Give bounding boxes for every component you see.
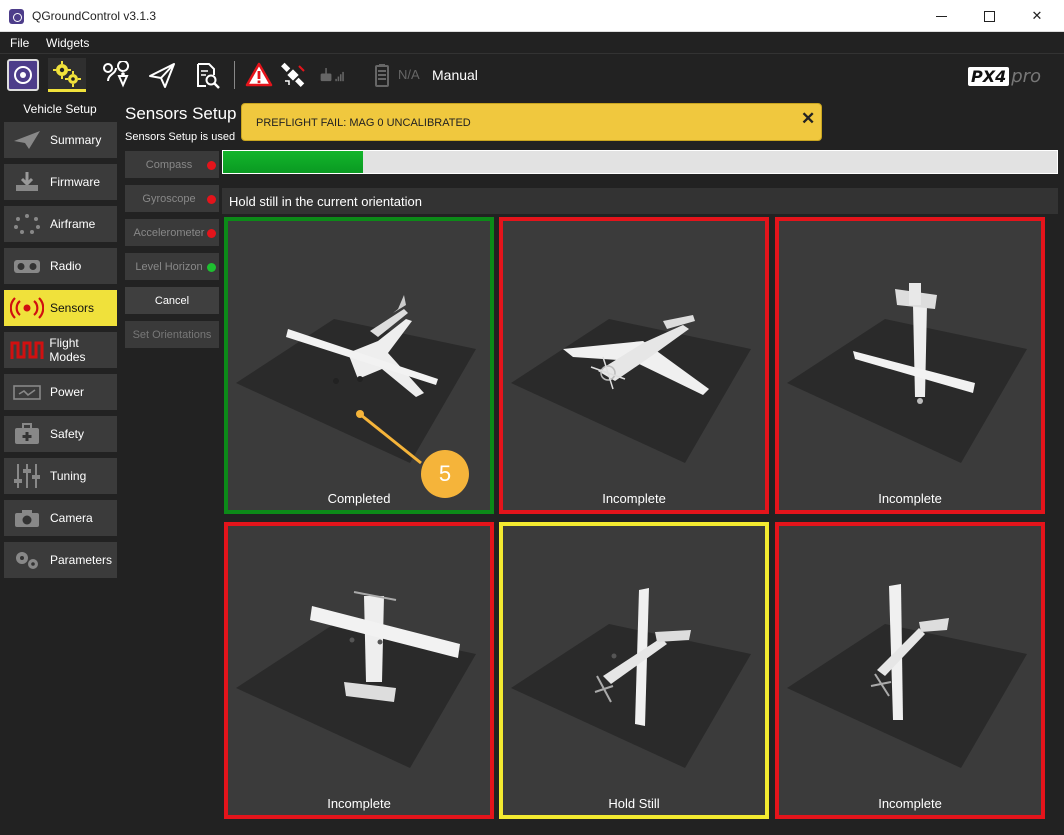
callout-pointer [356,410,422,465]
callout-badge: 5 [421,450,469,498]
